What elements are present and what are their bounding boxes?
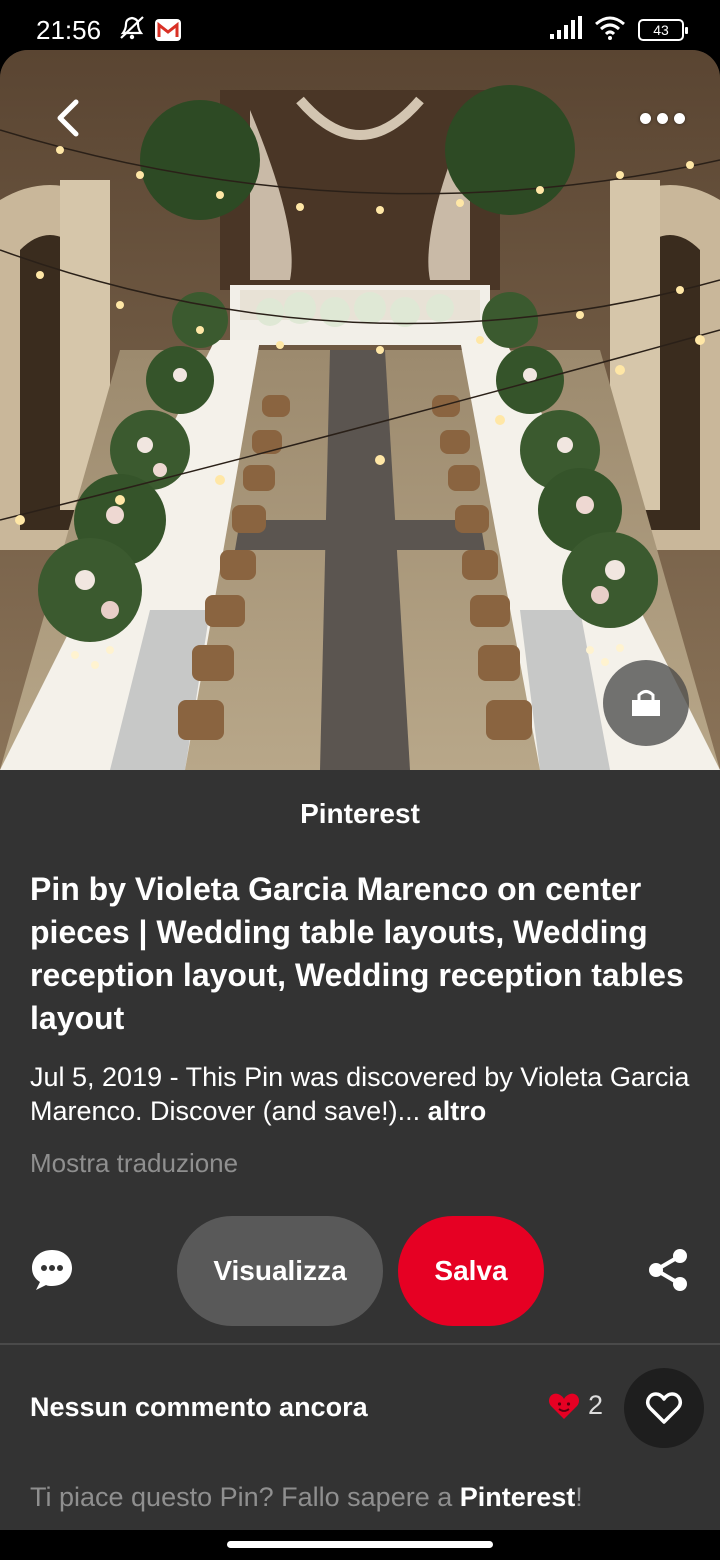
heart-outline-icon [646, 1392, 682, 1424]
comment-icon [32, 1250, 72, 1290]
back-button[interactable] [44, 94, 92, 142]
divider [0, 1343, 720, 1345]
like-prompt-suffix: ! [575, 1482, 583, 1512]
wedding-courtyard-illustration [0, 50, 720, 770]
more-dots-icon [639, 112, 651, 124]
reactions[interactable]: 2 [548, 1390, 603, 1421]
pin-title: Pin by Violeta Garcia Marenco on center … [30, 871, 684, 1036]
visual-search-icon [632, 690, 660, 716]
like-button[interactable] [624, 1368, 704, 1448]
action-bar: Visualizza Salva [0, 1216, 720, 1326]
brand-link[interactable]: Pinterest [460, 1482, 576, 1512]
pin-details-panel: Pinterest Pin by Violeta Garcia Marenco … [0, 770, 720, 1560]
show-translation-link[interactable]: Mostra traduzione [30, 1148, 238, 1179]
battery-level: 43 [653, 22, 669, 38]
wifi-icon [594, 16, 626, 45]
reaction-count: 2 [588, 1390, 604, 1420]
pin-source[interactable]: Pinterest [0, 798, 720, 830]
share-button[interactable] [644, 1246, 692, 1294]
comment-button[interactable] [28, 1246, 76, 1294]
visual-search-button[interactable] [603, 660, 689, 746]
more-link[interactable]: altro [428, 1096, 487, 1126]
pin-description-text: Jul 5, 2019 - This Pin was discovered by… [30, 1062, 690, 1126]
more-options-button[interactable] [634, 94, 690, 142]
pin-image[interactable] [0, 50, 720, 770]
mute-icon [117, 15, 147, 46]
comments-section: Nessun commento ancora 2 [0, 1368, 720, 1448]
status-time: 21:56 [36, 14, 102, 45]
home-indicator[interactable] [227, 1541, 493, 1548]
pin-description: Jul 5, 2019 - This Pin was discovered by… [30, 1060, 690, 1128]
heart-icon [548, 1393, 580, 1419]
share-icon [649, 1249, 687, 1291]
chevron-left-icon [57, 99, 79, 137]
view-button[interactable]: Visualizza [177, 1216, 383, 1326]
battery-icon: 43 [638, 19, 688, 41]
gmail-icon [155, 19, 182, 41]
signal-icon [548, 15, 582, 45]
like-prompt-text: Ti piace questo Pin? Fallo sapere a [30, 1482, 460, 1512]
no-comments-label: Nessun commento ancora [30, 1392, 368, 1422]
save-button[interactable]: Salva [398, 1216, 544, 1326]
like-prompt: Ti piace questo Pin? Fallo sapere a Pint… [30, 1482, 583, 1513]
